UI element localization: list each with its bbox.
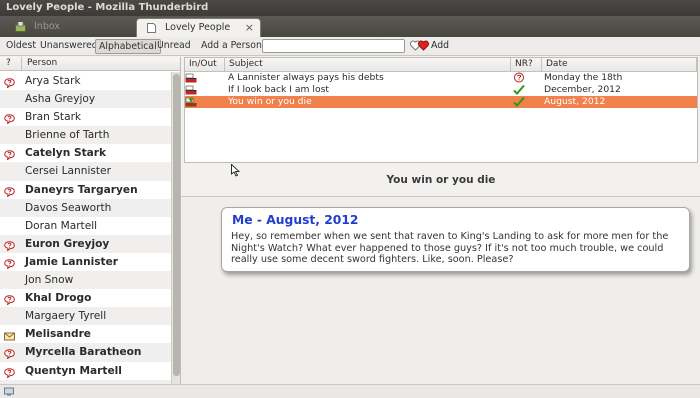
person-name: Melisandre: [25, 328, 91, 341]
person-name: Brienne of Tarth: [25, 129, 110, 142]
person-name: Bran Stark: [25, 111, 82, 124]
subject-cell: You win or you die: [228, 96, 312, 107]
people-list: Arya Stark Asha Greyjoy Bran Stark Brienne …: [0, 72, 171, 384]
person-name: Jamie Lannister: [25, 255, 119, 268]
nr-cell: [513, 96, 527, 108]
message-list-pane: In/Out Subject NR? Date A Lannister alwa…: [184, 57, 698, 163]
add-button-label: Add: [431, 40, 449, 51]
message-row[interactable]: You win or you die August, 2012: [185, 96, 697, 108]
person-item[interactable]: Brienne of Tarth: [0, 126, 171, 145]
person-item[interactable]: Doran Martell: [0, 217, 171, 235]
add-person-label: Add a Person:: [201, 40, 265, 51]
date-cell: Monday the 18th: [544, 72, 623, 83]
question-icon: [4, 76, 15, 89]
person-item[interactable]: Jon Snow: [0, 271, 171, 290]
question-icon: [513, 72, 525, 84]
filter-unanswered-button[interactable]: Unanswered: [37, 39, 101, 54]
hearts-icon: [410, 40, 429, 51]
question-icon: [4, 148, 15, 162]
person-item[interactable]: Bran Stark: [0, 108, 171, 126]
person-item[interactable]: Arya Stark: [0, 72, 171, 90]
person-name: Arya Stark: [25, 75, 81, 87]
tab-inbox-label: Inbox: [34, 21, 60, 32]
date-cell: August, 2012: [544, 96, 606, 107]
people-column-person[interactable]: Person: [22, 57, 180, 71]
person-name: Jon Snow: [25, 274, 74, 287]
question-icon: [4, 185, 15, 198]
person-name: Khal Drogo: [25, 292, 92, 305]
question-icon: [4, 239, 15, 252]
person-name: Margaery Tyrell: [25, 310, 107, 323]
mail-icon: [4, 329, 15, 341]
incoming-icon: [185, 97, 197, 107]
date-cell: December, 2012: [544, 84, 621, 95]
question-icon: [4, 257, 15, 270]
column-nr[interactable]: NR?: [511, 58, 542, 72]
person-name: Quentyn Martell: [25, 364, 122, 377]
person-name: Euron Greyjoy: [25, 237, 110, 250]
message-preview-pane: Me - August, 2012 Hey, so remember when …: [181, 196, 700, 384]
person-name: Doran Martell: [25, 219, 98, 232]
person-item[interactable]: Davos Seaworth: [0, 198, 171, 217]
people-pane: ? Person Arya Stark Asha Greyjoy Bran Star…: [0, 57, 181, 384]
check-icon: [513, 84, 525, 96]
filter-alphabetical-button[interactable]: Alphabetical: [95, 39, 161, 54]
outgoing-icon: [185, 73, 197, 83]
nr-cell: [513, 84, 527, 96]
question-icon: [4, 293, 15, 306]
people-scrollbar[interactable]: [171, 72, 180, 384]
tab-inbox[interactable]: Inbox: [6, 18, 131, 37]
person-item[interactable]: Khal Drogo: [0, 289, 171, 307]
question-icon: [4, 112, 15, 125]
page-icon: [147, 23, 156, 33]
people-column-status[interactable]: ?: [0, 57, 22, 71]
filter-toolbar: Oldest Unanswered Alphabetical Unread Ad…: [0, 37, 700, 56]
window-titlebar: Lovely People - Mozilla Thunderbird: [0, 0, 700, 16]
person-item[interactable]: Quentyn Martell: [0, 362, 171, 380]
person-item[interactable]: Melisandre: [0, 325, 171, 343]
person-item[interactable]: Jamie Lannister: [0, 253, 171, 271]
column-date[interactable]: Date: [542, 58, 697, 72]
tab-bar: Inbox Lovely People ×: [0, 16, 700, 37]
message-bubble: Me - August, 2012 Hey, so remember when …: [221, 207, 690, 272]
person-item[interactable]: Catelyn Stark: [0, 144, 171, 162]
message-from: Me - August, 2012: [232, 213, 359, 227]
message-body: Hey, so remember when we sent that raven…: [231, 231, 669, 265]
question-icon: [4, 366, 15, 379]
filter-oldest-button[interactable]: Oldest: [3, 39, 39, 54]
outgoing-icon: [185, 85, 197, 95]
nr-cell: [513, 72, 527, 84]
column-subject[interactable]: Subject: [225, 58, 511, 72]
person-item[interactable]: Euron Greyjoy: [0, 234, 171, 253]
message-row[interactable]: If I look back I am lost December, 2012: [185, 84, 697, 96]
tab-lovely-people[interactable]: Lovely People ×: [136, 18, 261, 37]
online-status-icon[interactable]: [4, 387, 14, 396]
person-name: Davos Seaworth: [25, 201, 112, 214]
question-icon: [4, 347, 15, 361]
person-name: Cersei Lannister: [25, 165, 111, 178]
check-icon: [513, 96, 525, 108]
person-item[interactable]: Myrcella Baratheon: [0, 343, 171, 362]
person-name: Daneyrs Targaryen: [25, 183, 138, 196]
person-name: Myrcella Baratheon: [25, 346, 142, 359]
person-item[interactable]: Cersei Lannister: [0, 162, 171, 181]
person-item[interactable]: Daneyrs Targaryen: [0, 181, 171, 199]
close-tab-icon[interactable]: ×: [245, 19, 254, 37]
status-bar: [0, 384, 700, 398]
preview-subject-title: You win or you die: [386, 174, 496, 186]
add-person-input[interactable]: [262, 39, 405, 53]
person-item[interactable]: Margaery Tyrell: [0, 307, 171, 326]
filter-unread-button[interactable]: Unread: [154, 39, 194, 54]
subject-cell: A Lannister always pays his debts: [228, 72, 384, 83]
window-title: Lovely People - Mozilla Thunderbird: [6, 2, 209, 13]
person-name: Asha Greyjoy: [25, 93, 96, 106]
subject-cell: If I look back I am lost: [228, 84, 329, 95]
person-item[interactable]: Asha Greyjoy: [0, 90, 171, 109]
tab-lovely-people-label: Lovely People: [165, 22, 231, 33]
column-inout[interactable]: In/Out: [185, 58, 225, 72]
message-row[interactable]: A Lannister always pays his debts Monday …: [185, 72, 697, 84]
scrollbar-thumb[interactable]: [173, 74, 180, 376]
person-name: Catelyn Stark: [25, 147, 107, 160]
inbox-icon: [15, 22, 26, 32]
